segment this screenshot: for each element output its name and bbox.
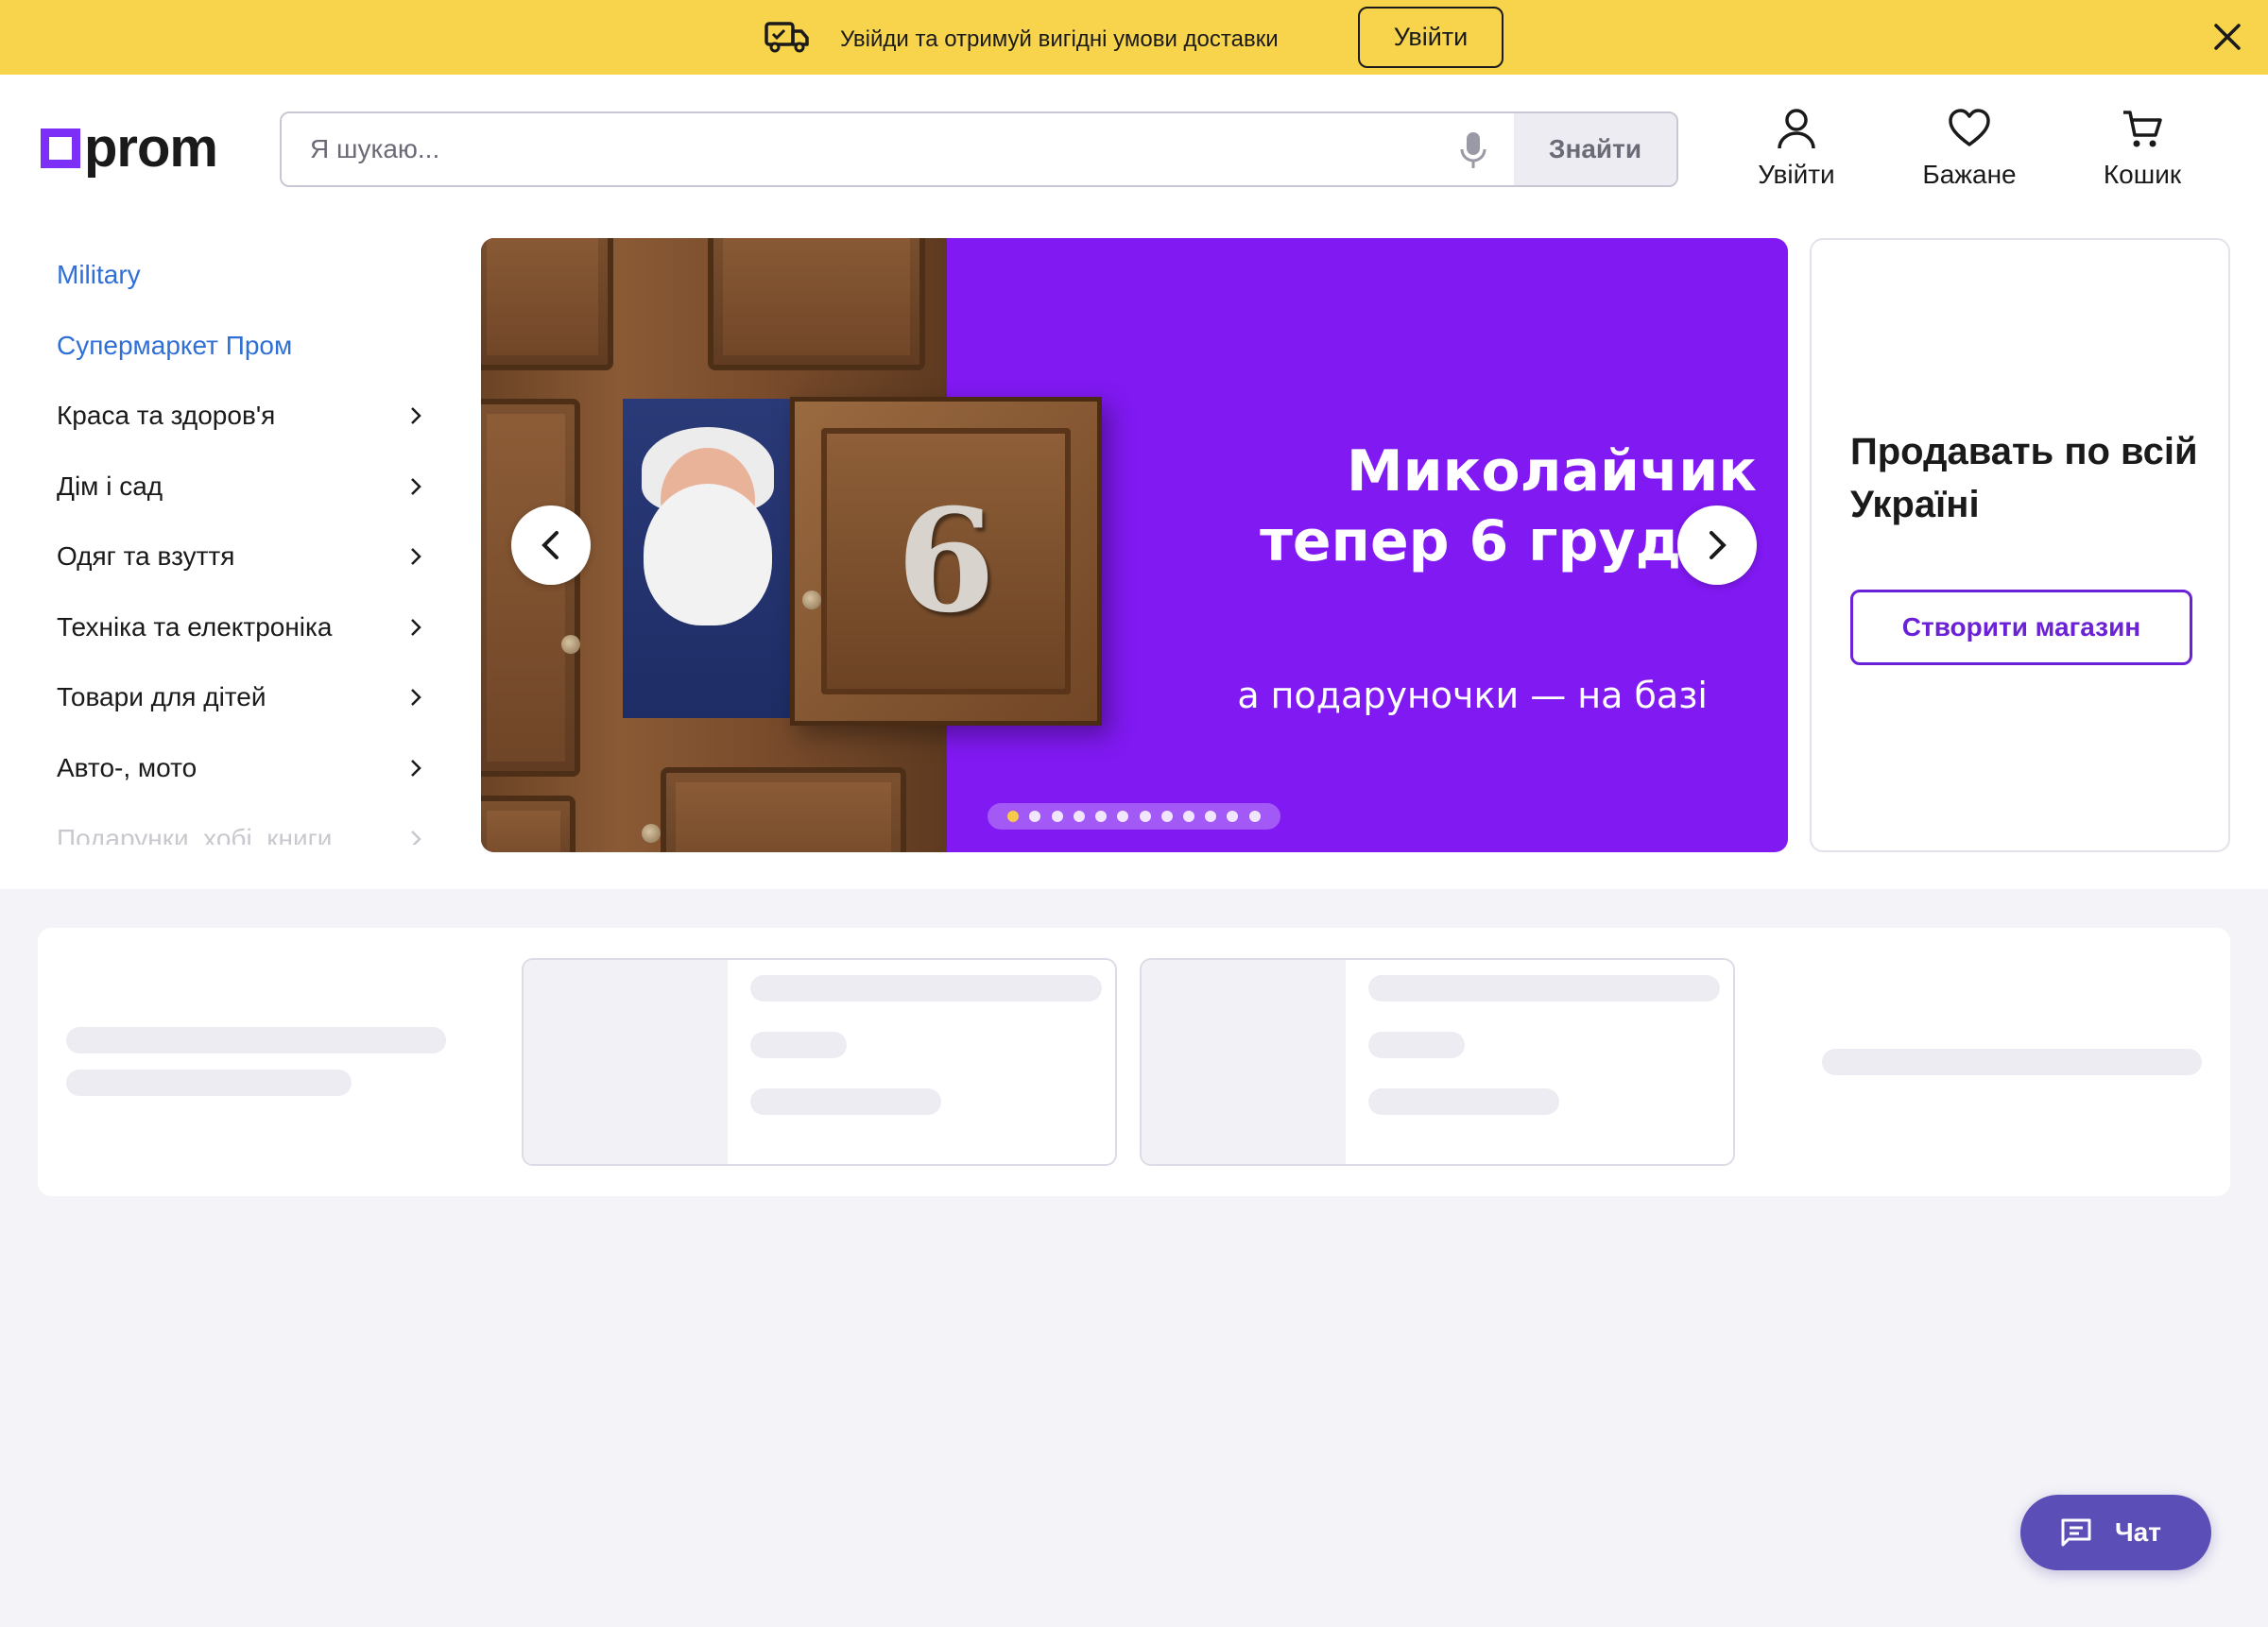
chat-label: Чат — [2115, 1517, 2161, 1547]
close-icon[interactable] — [2211, 21, 2243, 53]
microphone-icon[interactable] — [1459, 130, 1487, 170]
skeleton-line — [66, 1070, 352, 1096]
chevron-right-icon — [411, 831, 421, 845]
pagination-dot[interactable] — [1051, 811, 1063, 822]
pagination-dot[interactable] — [1029, 811, 1041, 822]
skeleton-line — [1822, 1049, 2202, 1075]
chevron-right-icon — [411, 407, 421, 424]
banner-title-line2: тепер 6 грудня — [1260, 508, 1757, 574]
sidebar-item-military[interactable]: Military — [57, 256, 425, 294]
promo-login-button[interactable]: Увійти — [1358, 7, 1503, 68]
pagination-dot[interactable] — [1182, 811, 1194, 822]
sidebar-item-label: Товари для дітей — [57, 682, 266, 711]
header: prom Знайти Увійти Бажане Кошик — [0, 75, 2268, 889]
chevron-right-icon — [1710, 531, 1727, 559]
chevron-right-icon — [411, 689, 421, 706]
skeleton-line — [750, 1032, 847, 1058]
sidebar-item-auto-moto[interactable]: Авто-, мото — [57, 749, 425, 787]
chevron-right-icon — [411, 548, 421, 565]
chevron-right-icon — [411, 619, 421, 636]
skeleton-line — [750, 1088, 941, 1115]
wishlist-action[interactable]: Бажане — [1894, 107, 2045, 201]
sidebar-item-label: Техніка та електроніка — [57, 612, 333, 642]
door-image: 6 — [790, 397, 1102, 726]
banner-title-line1: Миколайчик — [1346, 438, 1757, 505]
pagination-dot[interactable] — [1073, 811, 1085, 822]
banner-subtitle: а подаруночки — на базі — [1237, 675, 1708, 716]
loading-section — [38, 928, 2230, 1196]
skeleton-line — [750, 975, 1102, 1002]
promo-bar: Увійди та отримуй вигідні умови доставки… — [0, 0, 2268, 75]
logo-square-icon — [41, 128, 80, 168]
sidebar-item-supermarket[interactable]: Супермаркет Пром — [57, 327, 425, 365]
pagination-dot[interactable] — [1007, 811, 1020, 822]
sidebar-item-label: Супермаркет Пром — [57, 331, 293, 360]
create-store-button[interactable]: Створити магазин — [1850, 590, 2192, 665]
banner-prev-button[interactable] — [511, 505, 591, 585]
skeleton-line — [1368, 1088, 1559, 1115]
banner-pagination — [988, 803, 1280, 830]
skeleton-line — [66, 1027, 446, 1053]
sidebar-item-label: Дім і сад — [57, 471, 163, 501]
delivery-truck-icon — [765, 22, 809, 53]
sidebar-item-kids[interactable]: Товари для дітей — [57, 678, 425, 716]
sidebar-item-electronics[interactable]: Техніка та електроніка — [57, 608, 425, 646]
sidebar-item-label: Одяг та взуття — [57, 541, 235, 571]
santa-image — [623, 399, 791, 718]
search-bar: Знайти — [280, 111, 1678, 187]
heart-icon — [1949, 109, 1990, 146]
pagination-dot[interactable] — [1205, 811, 1217, 822]
login-action[interactable]: Увійти — [1721, 107, 1872, 201]
banner-next-button[interactable] — [1677, 505, 1757, 585]
chevron-right-icon — [411, 478, 421, 495]
skeleton-line — [1368, 1032, 1465, 1058]
sidebar-item-label: Авто-, мото — [57, 753, 198, 782]
seller-card: Продавать по всій Україні Створити магаз… — [1810, 238, 2230, 852]
skeleton-card — [1140, 958, 1735, 1166]
sidebar-item-beauty[interactable]: Краса та здоров'я — [57, 397, 425, 435]
pagination-dot[interactable] — [1139, 811, 1151, 822]
chevron-right-icon — [411, 760, 421, 777]
search-button[interactable]: Знайти — [1514, 113, 1676, 185]
sidebar-item-clothing[interactable]: Одяг та взуття — [57, 538, 425, 575]
logo[interactable]: prom — [41, 117, 218, 179]
chevron-left-icon — [541, 531, 558, 559]
pagination-dot[interactable] — [1095, 811, 1108, 822]
hero-banner[interactable]: 6 Миколайчик тепер 6 грудня а подаруночк… — [481, 238, 1788, 852]
sidebar-item-label: Краса та здоров'я — [57, 401, 276, 430]
wishlist-action-label: Бажане — [1922, 160, 2017, 189]
pagination-dot[interactable] — [1248, 811, 1261, 822]
door-number: 6 — [896, 478, 996, 644]
cart-action[interactable]: Кошик — [2067, 107, 2218, 201]
sidebar-item-gifts[interactable]: Подарунки, хобі, книги — [57, 820, 425, 845]
sidebar-item-label: Military — [57, 260, 141, 289]
cart-action-label: Кошик — [2103, 160, 2182, 189]
cart-icon — [2123, 111, 2162, 147]
sidebar-item-label: Подарунки, хобі, книги — [57, 824, 333, 845]
skeleton-image — [1142, 960, 1346, 1164]
seller-title: Продавать по всій Україні — [1850, 431, 2198, 525]
pagination-dot[interactable] — [1227, 811, 1239, 822]
promo-text: Увійди та отримуй вигідні умови доставки — [840, 26, 1279, 52]
banner-title: Миколайчик тепер 6 грудня — [1143, 437, 1757, 576]
pagination-dot[interactable] — [1117, 811, 1129, 822]
logo-text: prom — [84, 117, 218, 179]
chat-button[interactable]: Чат — [2020, 1495, 2211, 1570]
login-action-label: Увійти — [1758, 160, 1835, 189]
pagination-dot[interactable] — [1160, 811, 1173, 822]
sidebar-item-home-garden[interactable]: Дім і сад — [57, 468, 425, 505]
skeleton-line — [1368, 975, 1720, 1002]
skeleton-card — [522, 958, 1117, 1166]
user-icon — [1778, 109, 1815, 149]
skeleton-image — [524, 960, 728, 1164]
chat-icon — [2061, 1518, 2091, 1547]
search-input[interactable] — [310, 113, 1425, 185]
